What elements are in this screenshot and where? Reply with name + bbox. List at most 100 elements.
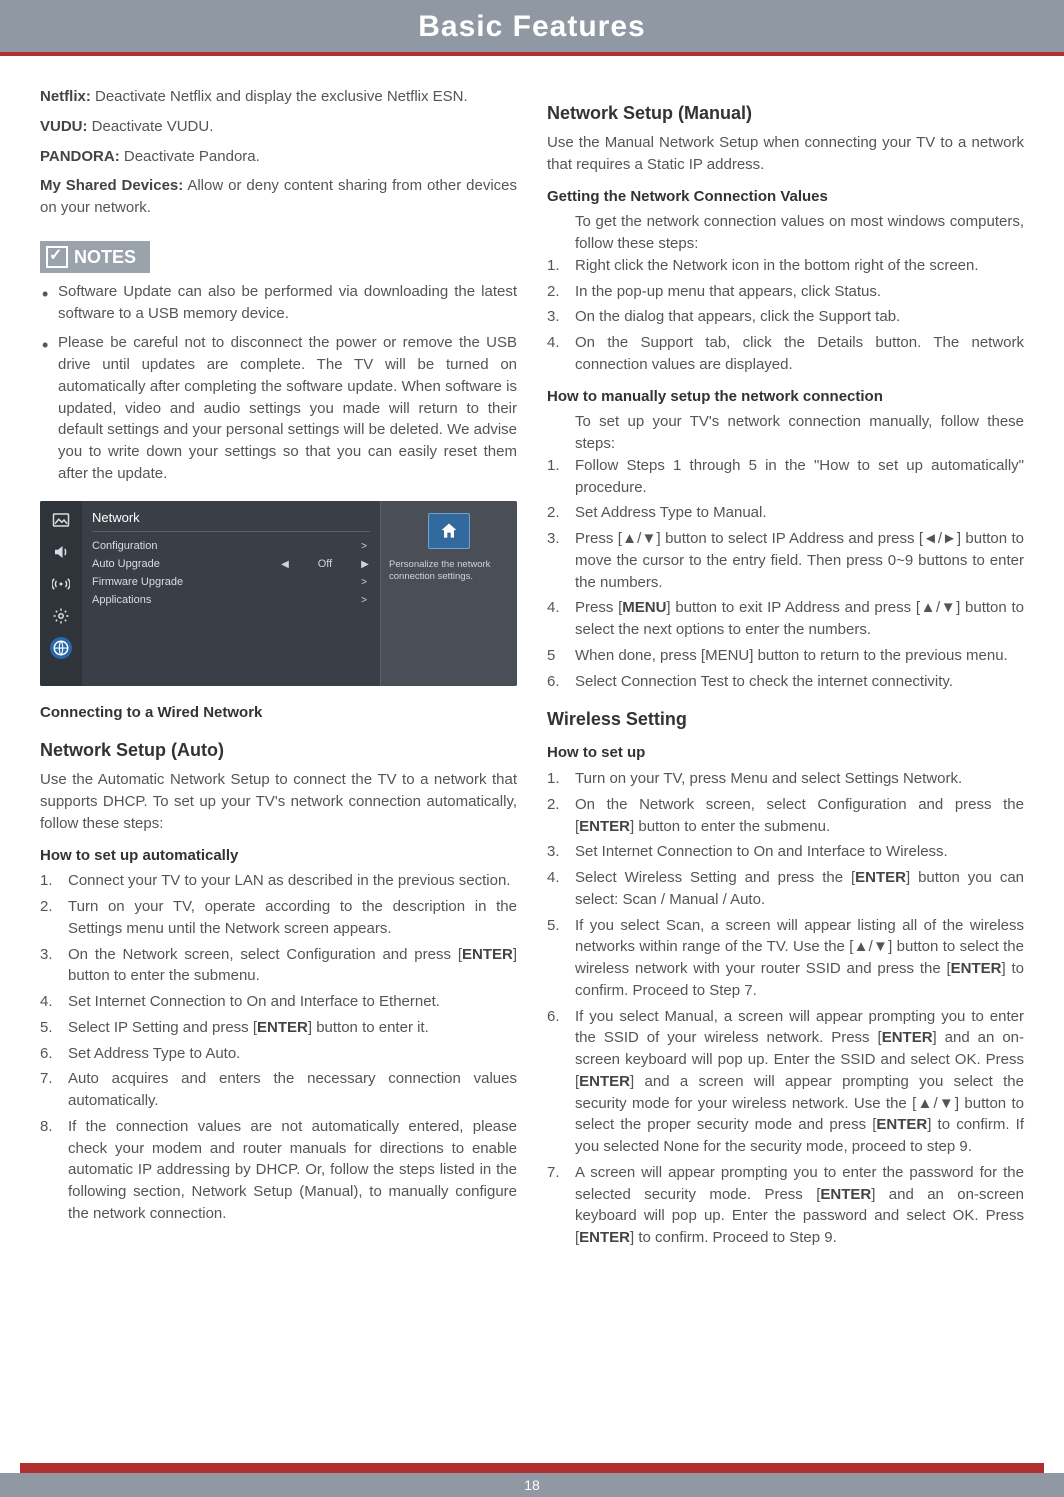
man-steps: 1.Follow Steps 1 through 5 in the "How t… — [547, 455, 1024, 693]
step-text: Set Address Type to Manual. — [575, 504, 767, 521]
step-text: If the connection values are not automat… — [68, 1118, 517, 1222]
check-icon — [46, 246, 68, 268]
note-item: Software Update can also be performed vi… — [40, 281, 517, 325]
intro-shared: My Shared Devices: Allow or deny content… — [40, 175, 517, 219]
label-netflix: Netflix: — [40, 88, 91, 105]
note-item: Please be careful not to disconnect the … — [40, 332, 517, 484]
triangle-left-icon[interactable]: ◀ — [280, 558, 290, 573]
step-text: When done, press [MENU] button to return… — [575, 647, 1008, 664]
key-menu: MENU — [622, 599, 666, 616]
notes-badge: NOTES — [40, 241, 150, 273]
footer-red-bar — [20, 1463, 1044, 1473]
settings-icon[interactable] — [50, 605, 72, 627]
key-enter: ENTER — [462, 946, 513, 963]
triangle-right-icon[interactable]: ▶ — [360, 558, 370, 573]
menu-row-value: Off — [290, 557, 360, 573]
step-text: A screen will appear prompting you to en… — [575, 1164, 1024, 1246]
list-item: 4.Set Internet Connection to On and Inte… — [40, 991, 517, 1013]
step-text: Select Wireless Setting and press the [ — [575, 869, 855, 886]
intro-vudu: VUDU: Deactivate VUDU. — [40, 116, 517, 138]
man-heading: How to manually setup the network connec… — [547, 386, 1024, 408]
menu-row-label: Firmware Upgrade — [92, 575, 358, 591]
list-item: 6.Select Connection Test to check the in… — [547, 671, 1024, 693]
picture-icon[interactable] — [50, 509, 72, 531]
auto-steps: 1.Connect your TV to your LAN as describ… — [40, 870, 517, 1224]
auto-intro: Use the Automatic Network Setup to conne… — [40, 769, 517, 834]
list-item: 1.Follow Steps 1 through 5 in the "How t… — [547, 455, 1024, 499]
intro-pandora: PANDORA: Deactivate Pandora. — [40, 146, 517, 168]
menu-sidebar — [40, 501, 82, 686]
list-item: 2.In the pop-up menu that appears, click… — [547, 281, 1024, 303]
page-footer: 18 — [0, 1463, 1064, 1497]
wireless-heading: Wireless Setting — [547, 706, 1024, 732]
gcv-heading: Getting the Network Connection Values — [547, 186, 1024, 208]
step-text: If you select Manual, a screen will appe… — [575, 1008, 1024, 1156]
connecting-heading: Connecting to a Wired Network — [40, 702, 517, 724]
list-item: 4.Select Wireless Setting and press the … — [547, 867, 1024, 911]
step-text: Press [▲/▼] button to select IP Address … — [575, 530, 1024, 591]
step-text: Turn on your TV, operate according to th… — [68, 898, 517, 937]
list-item: 5When done, press [MENU] button to retur… — [547, 645, 1024, 667]
step-text: Auto acquires and enters the necessary c… — [68, 1070, 517, 1109]
list-item: 4.On the Support tab, click the Details … — [547, 332, 1024, 376]
page-header: Basic Features — [0, 0, 1064, 52]
page-number: 18 — [0, 1473, 1064, 1497]
chevron-right-icon: > — [358, 576, 370, 591]
menu-info-panel: Personalize the network connection setti… — [380, 501, 517, 686]
menu-row-label: Configuration — [92, 539, 358, 555]
menu-row-applications[interactable]: Applications > — [92, 592, 370, 610]
intro-netflix: Netflix: Deactivate Netflix and display … — [40, 86, 517, 108]
menu-title: Network — [92, 507, 370, 533]
home-icon — [428, 513, 470, 549]
man-intro: To set up your TV's network connection m… — [547, 411, 1024, 455]
right-column: Network Setup (Manual) Use the Manual Ne… — [547, 86, 1024, 1253]
list-item: 3.On the dialog that appears, click the … — [547, 306, 1024, 328]
menu-row-label: Applications — [92, 593, 358, 609]
step-text: Turn on your TV, press Menu and select S… — [575, 770, 962, 787]
key-enter: ENTER — [855, 869, 906, 886]
key-enter: ENTER — [257, 1019, 308, 1036]
menu-description: Personalize the network connection setti… — [389, 559, 509, 584]
list-item: 2.Set Address Type to Manual. — [547, 502, 1024, 524]
chevron-right-icon: > — [358, 594, 370, 609]
menu-row-configuration[interactable]: Configuration > — [92, 538, 370, 556]
step-text: On the dialog that appears, click the Su… — [575, 308, 900, 325]
menu-row-firmware[interactable]: Firmware Upgrade > — [92, 574, 370, 592]
step-text: Select Connection Test to check the inte… — [575, 673, 953, 690]
step-text: Set Internet Connection to On and Interf… — [575, 843, 948, 860]
list-item: 7.A screen will appear prompting you to … — [547, 1162, 1024, 1249]
list-item: 3.On the Network screen, select Configur… — [40, 944, 517, 988]
step-text: Right click the Network icon in the bott… — [575, 257, 979, 274]
list-item: 5.Select IP Setting and press [ENTER] bu… — [40, 1017, 517, 1039]
label-pandora: PANDORA: — [40, 148, 120, 165]
step-text: ] button to enter it. — [308, 1019, 429, 1036]
step-text: On the Network screen, select Configurat… — [68, 946, 462, 963]
menu-row-label: Auto Upgrade — [92, 557, 280, 573]
network-setup-manual-heading: Network Setup (Manual) — [547, 100, 1024, 126]
list-item: 2.Turn on your TV, operate according to … — [40, 896, 517, 940]
wireless-sub-heading: How to set up — [547, 742, 1024, 764]
list-item: 2.On the Network screen, select Configur… — [547, 794, 1024, 838]
network-icon[interactable] — [50, 637, 72, 659]
step-text: Select IP Setting and press [ — [68, 1019, 257, 1036]
text-netflix: Deactivate Netflix and display the exclu… — [91, 88, 468, 105]
key-enter: ENTER — [579, 818, 630, 835]
left-column: Netflix: Deactivate Netflix and display … — [40, 86, 517, 1253]
list-item: 1.Turn on your TV, press Menu and select… — [547, 768, 1024, 790]
list-item: 3.Press [▲/▼] button to select IP Addres… — [547, 528, 1024, 593]
list-item: 3.Set Internet Connection to On and Inte… — [547, 841, 1024, 863]
list-item: 8.If the connection values are not autom… — [40, 1116, 517, 1225]
text-vudu: Deactivate VUDU. — [88, 118, 214, 135]
notes-list: Software Update can also be performed vi… — [40, 281, 517, 485]
step-text: Set Internet Connection to On and Interf… — [68, 993, 440, 1010]
menu-row-auto-upgrade[interactable]: Auto Upgrade ◀ Off ▶ — [92, 556, 370, 574]
label-shared: My Shared Devices: — [40, 177, 183, 194]
broadcast-icon[interactable] — [50, 573, 72, 595]
step-text: ] button to enter the submenu. — [630, 818, 830, 835]
step-text: Set Address Type to Auto. — [68, 1045, 240, 1062]
step-text: On the Support tab, click the Details bu… — [575, 334, 1024, 373]
label-vudu: VUDU: — [40, 118, 88, 135]
list-item: 7.Auto acquires and enters the necessary… — [40, 1068, 517, 1112]
sound-icon[interactable] — [50, 541, 72, 563]
menu-body: Network Configuration > Auto Upgrade ◀ O… — [82, 501, 380, 686]
